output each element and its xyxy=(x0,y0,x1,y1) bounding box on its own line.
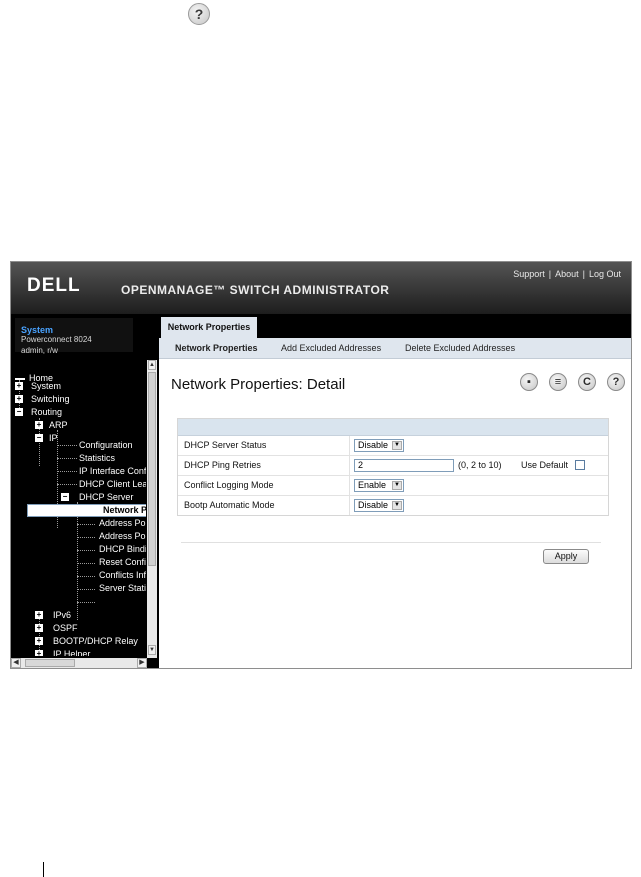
tree-item-ip[interactable]: IP xyxy=(49,432,58,444)
tab-network-properties[interactable]: Network Properties xyxy=(161,317,257,338)
tree-item-server-statistics[interactable]: Server Statis xyxy=(99,582,146,594)
tree-item-configuration[interactable]: Configuration xyxy=(79,439,133,451)
tree-item-switching[interactable]: Switching xyxy=(31,393,70,405)
sidebar: System Powerconnect 8024 admin, r/w Home… xyxy=(11,314,159,668)
page-title: Network Properties: Detail xyxy=(171,376,346,393)
dell-logo: DELL xyxy=(27,275,81,296)
scroll-down-icon[interactable]: ▼ xyxy=(148,645,156,655)
scroll-left-icon[interactable]: ◀ xyxy=(11,658,21,668)
tree-item-statistics[interactable]: Statistics xyxy=(79,452,115,464)
system-user: admin, r/w xyxy=(21,346,58,355)
support-link[interactable]: Support xyxy=(513,269,545,279)
tree-item-ip-helper[interactable]: IP Helper xyxy=(53,648,90,656)
app-header: DELL OPENMANAGE™ SWITCH ADMINISTRATOR Su… xyxy=(11,262,631,314)
conflict-logging-mode-select[interactable]: Enable ▼ xyxy=(354,479,404,492)
tree-line xyxy=(57,458,77,459)
tree-line xyxy=(77,576,95,577)
expand-icon[interactable]: + xyxy=(35,421,43,429)
scroll-up-icon[interactable]: ▲ xyxy=(148,360,156,370)
system-title[interactable]: System xyxy=(21,325,53,335)
bootp-automatic-mode-label: Bootp Automatic Mode xyxy=(184,500,275,510)
chevron-down-icon: ▼ xyxy=(392,501,402,510)
help-icon: ? xyxy=(188,3,210,25)
expand-icon[interactable]: + xyxy=(35,637,43,645)
use-default-checkbox[interactable] xyxy=(575,460,585,470)
system-model: Powerconnect 8024 xyxy=(21,335,92,344)
bootp-automatic-mode-select[interactable]: Disable ▼ xyxy=(354,499,404,512)
tree-item-arp[interactable]: ARP xyxy=(49,419,68,431)
refresh-icon[interactable]: C xyxy=(578,373,596,391)
tree-item-address-pool[interactable]: Address Po xyxy=(99,517,146,529)
dhcp-server-status-select[interactable]: Disable ▼ xyxy=(354,439,404,452)
form-row: Conflict Logging Mode Enable ▼ xyxy=(178,476,608,496)
tree-line xyxy=(77,589,95,590)
home-icon xyxy=(15,377,25,380)
page-margin-mark xyxy=(43,862,44,877)
tree-line xyxy=(77,524,95,525)
tree-item-ospf[interactable]: OSPF xyxy=(53,622,78,634)
scroll-thumb[interactable] xyxy=(25,659,75,667)
scroll-thumb[interactable] xyxy=(148,372,156,566)
tree-item-address-pool-options[interactable]: Address Po xyxy=(99,530,146,542)
tree-item-network-properties[interactable]: Network P xyxy=(27,504,146,517)
subtab-add-excluded-addresses[interactable]: Add Excluded Addresses xyxy=(281,343,381,353)
form-header xyxy=(178,419,608,436)
chevron-down-icon: ▼ xyxy=(392,481,402,490)
logout-link[interactable]: Log Out xyxy=(589,269,621,279)
divider xyxy=(181,542,601,543)
expand-icon[interactable]: + xyxy=(35,650,43,656)
ping-retries-range-hint: (0, 2 to 10) xyxy=(458,460,502,470)
tree-line xyxy=(57,471,77,472)
dhcp-ping-retries-label: DHCP Ping Retries xyxy=(184,460,261,470)
form-row: DHCP Ping Retries 2 (0, 2 to 10) Use Def… xyxy=(178,456,608,476)
expand-icon[interactable]: + xyxy=(15,382,23,390)
tree-item-conflicts-info[interactable]: Conflicts Inf xyxy=(99,569,146,581)
top-links: Support | About | Log Out xyxy=(513,269,621,279)
conflict-logging-mode-label: Conflict Logging Mode xyxy=(184,480,274,490)
product-title: OPENMANAGE™ SWITCH ADMINISTRATOR xyxy=(121,283,390,297)
tree-item-dhcp-server[interactable]: DHCP Server xyxy=(79,491,133,503)
tree-item-dhcp-client-lease[interactable]: DHCP Client Lea xyxy=(79,478,146,490)
tree-item-ipv6[interactable]: IPv6 xyxy=(53,609,71,621)
print-icon[interactable]: ≡ xyxy=(549,373,567,391)
expand-icon[interactable]: + xyxy=(35,624,43,632)
tab-bar: Network Properties xyxy=(159,314,631,338)
network-properties-form: DHCP Server Status Disable ▼ DHCP Ping R… xyxy=(177,418,609,516)
tree-line xyxy=(77,550,95,551)
application-window: DELL OPENMANAGE™ SWITCH ADMINISTRATOR Su… xyxy=(10,261,632,669)
expand-icon[interactable]: + xyxy=(35,611,43,619)
use-default-label: Use Default xyxy=(521,460,569,470)
help-icon[interactable]: ? xyxy=(607,373,625,391)
tree-line xyxy=(77,537,95,538)
collapse-icon[interactable]: − xyxy=(15,408,23,416)
tree-line xyxy=(77,563,95,564)
tree-item-system[interactable]: System xyxy=(31,380,61,392)
collapse-icon[interactable]: − xyxy=(35,434,43,442)
form-row: DHCP Server Status Disable ▼ xyxy=(178,436,608,456)
tree-line xyxy=(77,602,95,603)
tree-item-reset-config[interactable]: Reset Confi xyxy=(99,556,146,568)
save-icon[interactable]: ▪ xyxy=(520,373,538,391)
subtab-delete-excluded-addresses[interactable]: Delete Excluded Addresses xyxy=(405,343,515,353)
apply-button[interactable]: Apply xyxy=(543,549,589,564)
tree-line xyxy=(57,445,77,446)
main-content: Network Properties Network Properties Ad… xyxy=(159,314,631,668)
collapse-icon[interactable]: − xyxy=(61,493,69,501)
dhcp-ping-retries-input[interactable]: 2 xyxy=(354,459,454,472)
tree-item-ip-interface-config[interactable]: IP Interface Conf xyxy=(79,465,146,477)
chevron-down-icon: ▼ xyxy=(392,441,402,450)
dhcp-server-status-label: DHCP Server Status xyxy=(184,440,267,450)
about-link[interactable]: About xyxy=(555,269,579,279)
subtab-network-properties[interactable]: Network Properties xyxy=(175,343,258,353)
tree-line xyxy=(57,484,77,485)
tree-item-routing[interactable]: Routing xyxy=(31,406,62,418)
tree-item-dhcp-bindings[interactable]: DHCP Bindi xyxy=(99,543,146,555)
form-row: Bootp Automatic Mode Disable ▼ xyxy=(178,496,608,515)
tree-item-bootp-dhcp-relay[interactable]: BOOTP/DHCP Relay xyxy=(53,635,138,647)
sub-navigation: Network Properties Add Excluded Addresse… xyxy=(159,338,631,359)
scroll-right-icon[interactable]: ▶ xyxy=(137,658,147,668)
expand-icon[interactable]: + xyxy=(15,395,23,403)
navigation-tree: Home + System + Switching − Routing + AR… xyxy=(15,366,146,656)
